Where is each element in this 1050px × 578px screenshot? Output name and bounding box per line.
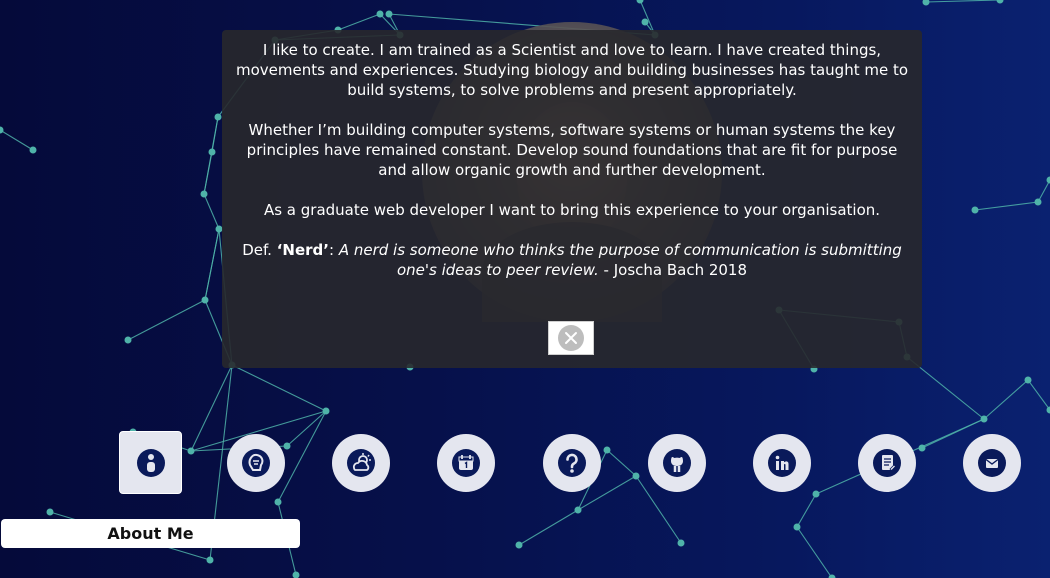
network-node xyxy=(200,190,208,198)
nav-about-button[interactable] xyxy=(122,434,180,492)
network-node xyxy=(274,498,282,506)
network-edge xyxy=(337,13,381,31)
network-node xyxy=(292,571,300,578)
network-edge xyxy=(203,116,219,195)
network-edge xyxy=(127,299,206,341)
network-edge xyxy=(606,449,637,477)
network-edge xyxy=(277,410,327,503)
network-edge xyxy=(204,228,220,301)
person-icon xyxy=(137,449,165,477)
nav-tooltip: About Me xyxy=(1,519,300,548)
network-node xyxy=(574,506,582,514)
nav-resume-button[interactable] xyxy=(858,434,916,492)
network-edge xyxy=(1027,379,1050,411)
linkedin-icon xyxy=(768,449,796,477)
network-node xyxy=(603,446,611,454)
network-node xyxy=(322,407,330,415)
network-node xyxy=(793,523,801,531)
nav-github-button[interactable] xyxy=(648,434,706,492)
network-node xyxy=(1024,376,1032,384)
network-node xyxy=(0,126,4,134)
weather-icon xyxy=(347,449,375,477)
network-node xyxy=(46,508,54,516)
network-edge xyxy=(190,364,233,452)
network-edge xyxy=(0,129,34,151)
nerd-definition: Def. ‘Nerd’: A nerd is someone who think… xyxy=(232,240,912,280)
question-icon xyxy=(558,449,586,477)
calendar-icon xyxy=(452,449,480,477)
network-node xyxy=(636,0,644,4)
network-edge xyxy=(1037,179,1050,203)
network-node xyxy=(214,113,222,121)
network-node xyxy=(641,18,649,26)
network-node xyxy=(1046,176,1050,184)
network-edge xyxy=(203,193,220,230)
close-button[interactable] xyxy=(548,321,594,355)
document-icon xyxy=(873,449,901,477)
nav-brain-button[interactable] xyxy=(227,434,285,492)
brain-icon xyxy=(242,449,270,477)
network-node xyxy=(1046,406,1050,414)
network-edge xyxy=(518,509,579,546)
mail-icon xyxy=(978,449,1006,477)
network-node xyxy=(29,146,37,154)
definition-attribution: - Joscha Bach 2018 xyxy=(598,261,748,279)
about-paragraph-3: As a graduate web developer I want to br… xyxy=(263,201,881,219)
network-edge xyxy=(983,379,1029,420)
network-node xyxy=(201,296,209,304)
network-node xyxy=(971,206,979,214)
network-node xyxy=(922,0,930,6)
network-node xyxy=(208,148,216,156)
nav-weather-button[interactable] xyxy=(332,434,390,492)
network-node xyxy=(124,336,132,344)
network-node xyxy=(632,472,640,480)
network-node xyxy=(980,415,988,423)
nav-linkedin-button[interactable] xyxy=(753,434,811,492)
about-paragraph-1: I like to create. I am trained as a Scie… xyxy=(235,41,909,99)
network-node xyxy=(206,556,214,564)
network-node xyxy=(1034,198,1042,206)
github-icon xyxy=(663,449,691,477)
network-node xyxy=(812,490,820,498)
network-node xyxy=(376,10,384,18)
definition-prefix: Def. xyxy=(242,241,277,259)
network-edge xyxy=(925,0,1001,3)
definition-term: ‘Nerd’ xyxy=(276,241,329,259)
nav-contact-button[interactable] xyxy=(963,434,1021,492)
network-node xyxy=(515,541,523,549)
network-node xyxy=(283,442,291,450)
definition-colon: : xyxy=(328,241,339,259)
network-node xyxy=(918,444,926,452)
network-node xyxy=(385,10,393,18)
nav-calendar-button[interactable] xyxy=(437,434,495,492)
about-paragraph-2: Whether I’m building computer systems, s… xyxy=(246,121,898,179)
close-icon xyxy=(558,325,584,351)
network-node xyxy=(677,539,685,547)
network-edge xyxy=(231,364,327,412)
nav-faq-button[interactable] xyxy=(543,434,601,492)
network-edge xyxy=(796,526,833,578)
network-edge xyxy=(796,493,817,528)
network-node xyxy=(996,0,1004,4)
about-modal: I like to create. I am trained as a Scie… xyxy=(222,30,922,368)
network-node xyxy=(187,447,195,455)
network-edge xyxy=(974,201,1039,211)
